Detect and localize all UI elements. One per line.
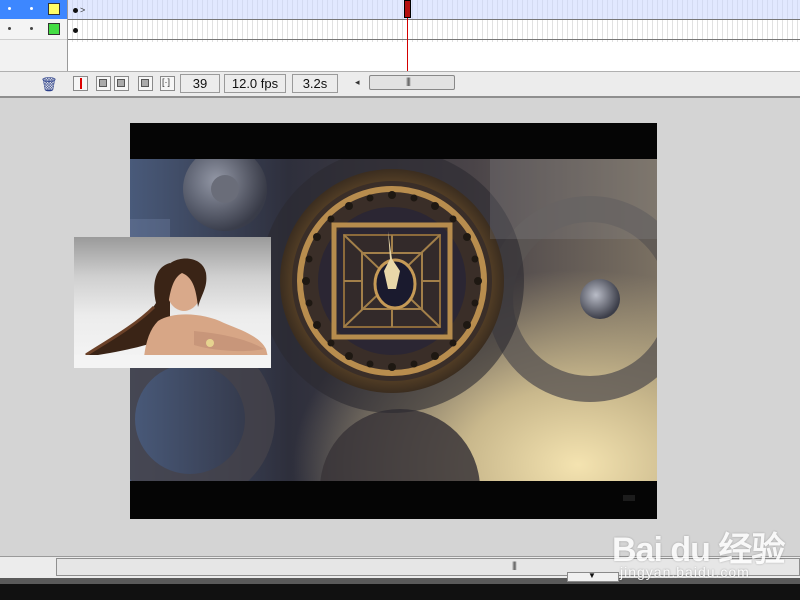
overlay-photo[interactable] (74, 237, 271, 368)
playhead-line (407, 18, 408, 71)
frame-grid[interactable]: > (68, 0, 800, 42)
timeline-panel: > 🗑 39 12.0 fps 3.2s ◂ (0, 0, 800, 98)
keyframe-icon[interactable] (73, 28, 78, 33)
layer-outline-color-swatch[interactable] (48, 3, 60, 15)
playhead-handle[interactable] (404, 0, 411, 18)
modify-onion-markers-icon[interactable] (160, 76, 175, 91)
timeline-scroll-thumb[interactable] (369, 75, 455, 90)
layer-row-2[interactable] (0, 20, 67, 40)
timeline-status-bar: 🗑 39 12.0 fps 3.2s ◂ (0, 71, 800, 98)
watermark-site: jingyan.baidu.com (620, 564, 750, 580)
layer-outline-color-swatch[interactable] (48, 23, 60, 35)
lock-dot-icon[interactable] (30, 7, 33, 10)
edit-multiple-frames-icon[interactable] (138, 76, 153, 91)
visibility-dot-icon[interactable] (8, 27, 11, 30)
trash-icon[interactable]: 🗑 (40, 76, 58, 92)
woman-portrait-image (74, 258, 271, 368)
elapsed-time-field: 3.2s (292, 74, 338, 93)
layer-row-1[interactable] (0, 0, 67, 19)
baidu-watermark: Bai du 经验 jingyan.baidu.com (612, 514, 800, 584)
keyframe-icon[interactable] (73, 8, 78, 13)
frame-rate-field[interactable]: 12.0 fps (224, 74, 286, 93)
current-frame-field[interactable]: 39 (180, 74, 220, 93)
scroll-left-icon[interactable]: ◂ (355, 77, 360, 88)
onion-skin-outlines-icon[interactable] (114, 76, 129, 91)
frame-row-2[interactable] (68, 20, 800, 40)
tween-arrow-icon: > (80, 5, 86, 15)
timeline-empty-area (68, 42, 800, 68)
onion-skin-icon[interactable] (96, 76, 111, 91)
visibility-dot-icon[interactable] (8, 7, 11, 10)
lock-dot-icon[interactable] (30, 27, 33, 30)
frame-row-1[interactable]: > (68, 0, 800, 20)
video-corner-mark (623, 495, 635, 501)
center-frame-icon[interactable] (73, 76, 88, 91)
